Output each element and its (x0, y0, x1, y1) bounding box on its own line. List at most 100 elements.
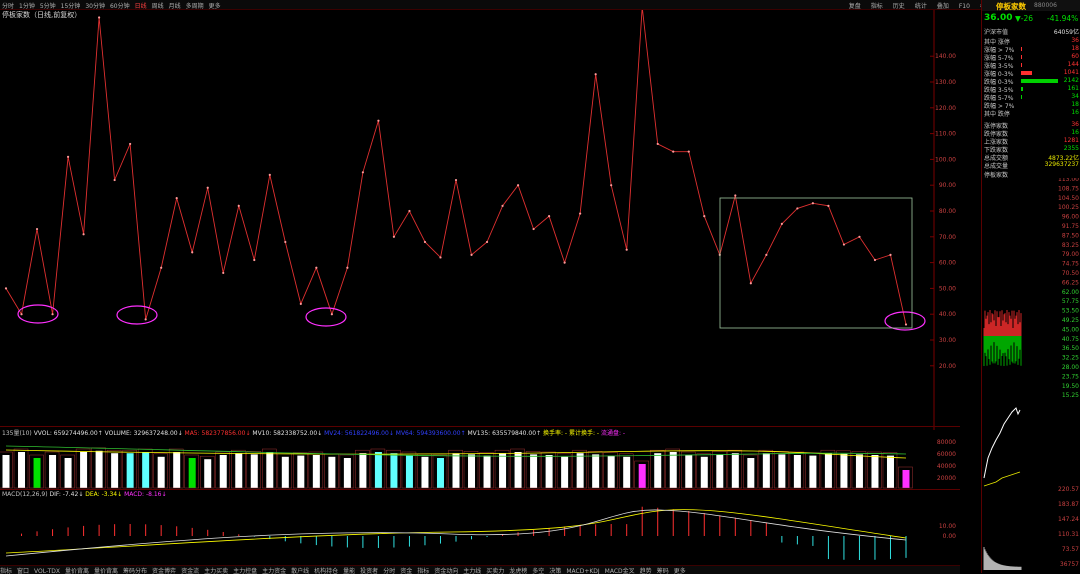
indicator-tab[interactable]: 机构持仓 (314, 568, 338, 574)
period-tab[interactable]: 60分钟 (110, 3, 130, 10)
y-axis-label: 110.00 (935, 131, 956, 138)
indicator-tab[interactable]: 决策 (549, 568, 561, 574)
indicator-tab[interactable]: VOL-TDX (34, 568, 60, 574)
mini-axis-label: 40.75 (1062, 336, 1079, 343)
period-tab[interactable]: 周线 (152, 3, 164, 10)
highlight-rect (719, 197, 913, 329)
indicator-tab[interactable]: 量价背离 (65, 568, 89, 574)
volume-bar (374, 452, 382, 488)
pct-change: -41.94% (1047, 14, 1079, 23)
volume-bar (716, 454, 724, 488)
data-point (827, 204, 830, 207)
volume-chart[interactable]: 80000 60000 40000 20000 (0, 436, 960, 490)
indicator-tab[interactable]: 龙虎榜 (509, 568, 527, 574)
indicator-tab[interactable]: 更多 (674, 568, 686, 574)
data-point (749, 282, 752, 285)
mini-axis-label: 91.75 (1062, 223, 1079, 230)
indicator-tab[interactable]: 量价背离 (94, 568, 118, 574)
data-point (454, 178, 458, 182)
indicator-tab[interactable]: 量能 (343, 568, 355, 574)
index-name: 停板家数 (996, 2, 1026, 11)
breadth-value: 144 (1067, 61, 1079, 68)
volume-bar (731, 453, 739, 488)
volume-bar (530, 454, 538, 488)
volume-bar (514, 452, 522, 488)
volume-bar (359, 453, 367, 488)
volume-bar (468, 454, 476, 488)
period-tab[interactable]: 15分钟 (61, 3, 81, 10)
tool-button[interactable]: 历史 (893, 3, 905, 10)
volume-bar (49, 455, 57, 488)
tool-button[interactable]: F10 (959, 3, 970, 10)
period-tab[interactable]: 月线 (169, 3, 181, 10)
data-point (175, 197, 178, 200)
indicator-tab[interactable]: 资金博弈 (152, 568, 176, 574)
volume-bar (111, 453, 119, 488)
tool-button[interactable]: 指标 (871, 3, 883, 10)
data-point (98, 16, 101, 19)
indicator-tab[interactable]: 筹码 (657, 568, 669, 574)
volume-bar (95, 450, 103, 488)
mini-axis-label: 100.25 (1058, 204, 1079, 211)
indicator-tab[interactable]: 资金动向 (434, 568, 458, 574)
indicator-tab[interactable]: 散户线 (291, 568, 309, 574)
indicator-tab[interactable]: 资金流 (181, 568, 199, 574)
indicator-tab[interactable]: 主力资金 (262, 568, 286, 574)
indicator-tab[interactable]: 主力买卖 (204, 568, 228, 574)
indicator-tab[interactable]: MACD+KDJ (566, 568, 599, 574)
period-tab[interactable]: 更多 (209, 3, 221, 10)
indicator-tab[interactable]: 指标 (417, 568, 429, 574)
intraday-mini-chart[interactable]: 113.00 108.75 104.50 100.25 96.00 91.75 87.50 8… (982, 178, 1080, 573)
indicator-tab[interactable]: 买卖力 (486, 568, 504, 574)
period-tab[interactable]: 1分钟 (19, 3, 35, 10)
volume-bar (266, 452, 274, 488)
macd-axis-label: 0.00 (943, 533, 957, 540)
period-tab[interactable]: 分时 (2, 3, 14, 10)
indicator-tab[interactable]: 筹码分布 (123, 568, 147, 574)
indicator-tab[interactable]: 主力线 (463, 568, 481, 574)
indicator-tab[interactable]: 趋势 (640, 568, 652, 574)
data-point (656, 142, 659, 146)
indicator-tab[interactable]: 投资者 (360, 568, 378, 574)
index-code: 880006 (1034, 2, 1057, 9)
period-tab[interactable]: 多周期 (186, 3, 204, 10)
volume-bar (561, 456, 569, 488)
data-point (811, 202, 814, 205)
volume-bar (793, 455, 801, 488)
y-axis-label: 130.00 (935, 79, 956, 86)
mini-axis-label: 19.50 (1062, 383, 1079, 390)
main-line-chart[interactable]: 140.00 130.00 120.00 110.00 100.00 90.00 80.00… (0, 10, 960, 430)
series-line (5, 10, 907, 325)
period-tab[interactable]: 30分钟 (85, 3, 105, 10)
data-point (842, 243, 846, 246)
stat-row: 跌停家数 16 (984, 129, 1079, 138)
data-point (734, 194, 737, 197)
period-tab[interactable]: 日线 (135, 3, 147, 10)
macd-chart[interactable]: 10.00 0.00 (0, 498, 960, 564)
volume-axis-label: 60000 (937, 451, 956, 458)
stat-value: 329637237 (1044, 161, 1079, 168)
indicator-tab[interactable]: 多空 (532, 568, 544, 574)
mini-axis-label: 113.00 (1058, 178, 1079, 183)
indicator-tab[interactable]: 窗口 (17, 568, 29, 574)
tool-button[interactable]: 复盘 (849, 3, 861, 10)
indicator-tab[interactable]: MACD金叉 (605, 568, 635, 574)
data-point (284, 240, 287, 244)
period-tab[interactable]: 5分钟 (40, 3, 56, 10)
indicator-tab[interactable]: 分时 (383, 568, 395, 574)
breadth-row: 跌幅 5-7% 34 (984, 93, 1079, 102)
volume-bar (576, 453, 584, 488)
tool-button[interactable]: 统计 (915, 3, 927, 10)
data-point (35, 227, 39, 231)
mini-axis-label: 23.75 (1062, 373, 1079, 380)
stat-value: 16 (1071, 129, 1079, 136)
mini-axis-label: 57.75 (1062, 298, 1079, 305)
indicator-tab[interactable]: 主力控盘 (233, 568, 257, 574)
volume-bar (390, 453, 398, 488)
tool-button[interactable]: 叠加 (937, 3, 949, 10)
data-point (579, 212, 582, 215)
volume-bar (452, 453, 460, 488)
indicator-tab[interactable]: 资金 (400, 568, 412, 574)
indicator-tab[interactable]: 指标 (0, 568, 12, 574)
macd-metric: DEA: -3.34↓ (85, 491, 125, 498)
